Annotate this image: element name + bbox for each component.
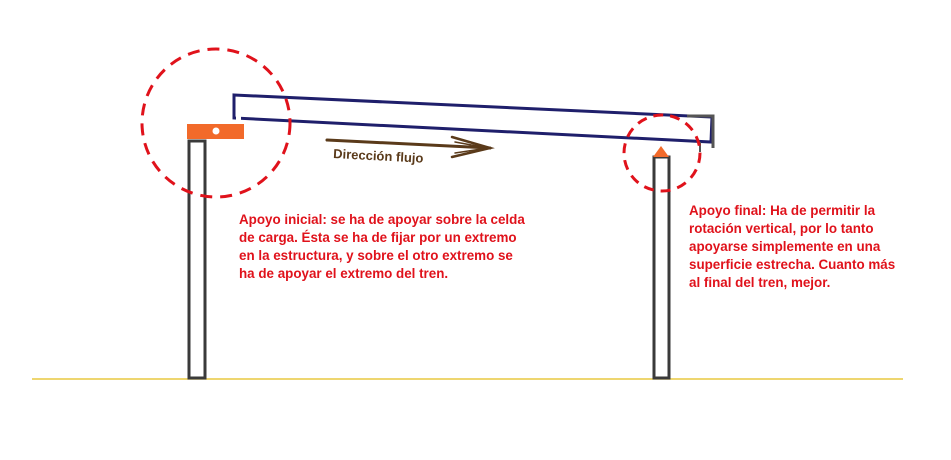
start-support-highlight: [140, 47, 292, 199]
left-post: [187, 139, 207, 380]
train-beam: [232, 93, 714, 144]
flow-direction-label: Dirección flujo: [333, 146, 424, 166]
beam-left-notch: [236, 113, 241, 122]
start-support-note: Apoyo inicial: se ha de apoyar sobre la …: [239, 212, 525, 281]
load-cell-pin: [212, 127, 220, 135]
knife-edge-support: [653, 146, 669, 157]
end-support-note: Apoyo final: Ha de permitir la rotación …: [689, 203, 896, 290]
